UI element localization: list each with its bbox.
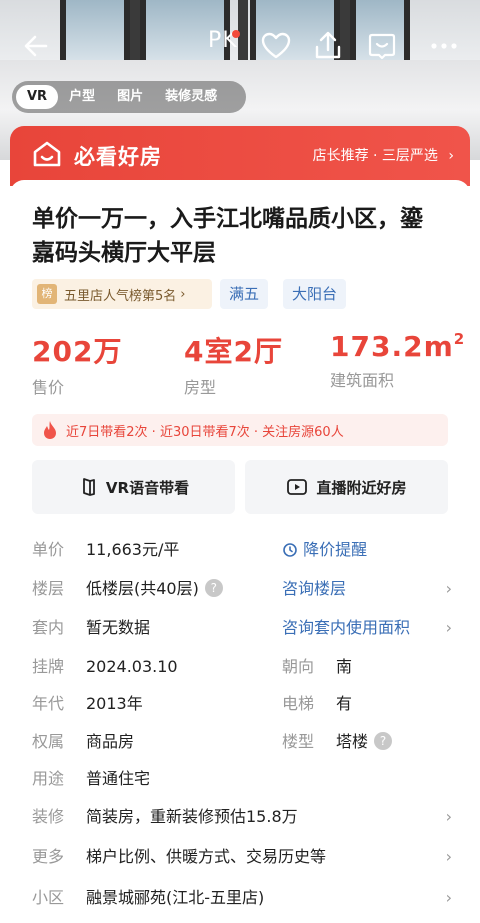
must-see-banner[interactable]: 必看好房 店长推荐 · 三层严选 › [10, 126, 470, 186]
vr-voice-tour-button[interactable]: VR语音带看 [32, 460, 235, 514]
usage-value: 普通住宅 [86, 769, 151, 788]
help-icon[interactable]: ? [204, 578, 223, 597]
more-icon[interactable] [428, 30, 460, 62]
vr-voice-tour-label: VR语音带看 [105, 478, 190, 497]
stat-layout: 4室2厅 房型 [184, 330, 283, 398]
chevron-right-icon: › [445, 579, 452, 598]
stat-area-unit-sup: 2 [453, 329, 466, 348]
decoration-value: 简装房，重新装修预估15.8万 [86, 807, 298, 826]
unit-price-key: 单价 [32, 540, 65, 559]
share-icon[interactable] [312, 30, 344, 62]
chevron-right-icon: › [445, 847, 452, 866]
detail-row-unit-price: 单价 11,663元/平 降价提醒 [32, 536, 452, 564]
notification-dot [232, 30, 240, 38]
consult-floor-link[interactable]: 咨询楼层 [282, 575, 346, 603]
ownership-value: 商品房 [86, 732, 135, 751]
banner-recommend-link[interactable]: 店长推荐 · 三层严选 › [313, 145, 454, 165]
inner-area-value: 暂无数据 [86, 618, 151, 637]
chevron-right-icon: › [445, 807, 452, 826]
chevron-right-icon: › [445, 618, 452, 637]
media-tab-bar: VR 户型 图片 装修灵感 [12, 81, 246, 113]
consult-inner-area-link[interactable]: 咨询套内使用面积 [282, 614, 410, 642]
inner-area-key: 套内 [32, 618, 65, 637]
floor-value: 低楼层(共40层) [86, 579, 199, 598]
popularity-rank-badge[interactable]: 榜 五里店人气榜第5名 › [32, 279, 212, 309]
top-nav-bar [0, 24, 480, 68]
detail-row-floor[interactable]: 楼层 低楼层(共40层)? 咨询楼层 › [32, 575, 452, 603]
stat-price-value: 202万 [32, 335, 123, 368]
detail-row-ownership: 权属 商品房 楼型 塔楼? [32, 728, 452, 756]
building-type-value: 塔楼 [336, 732, 369, 751]
help-icon[interactable]: ? [374, 731, 393, 750]
listed-key: 挂牌 [32, 657, 65, 676]
live-nearby-button[interactable]: 直播附近好房 [245, 460, 448, 514]
rank-icon: 榜 [37, 284, 57, 304]
flame-icon [44, 421, 56, 439]
detail-row-usage: 用途 普通住宅 [32, 765, 452, 793]
stat-layout-value: 4室2厅 [184, 335, 283, 368]
stat-area-label: 建筑面积 [330, 371, 395, 390]
rank-text: 五里店人气榜第5名 [64, 288, 177, 304]
usage-key: 用途 [32, 769, 65, 788]
more-key: 更多 [32, 847, 65, 866]
tab-decoration-ideas[interactable]: 装修灵感 [154, 85, 228, 109]
live-nearby-label: 直播附近好房 [316, 478, 407, 497]
tag-large-balcony: 大阳台 [283, 279, 347, 309]
chevron-right-icon: › [445, 888, 452, 907]
stat-area-value: 173.2m [330, 330, 454, 363]
tag-over-five-years: 满五 [220, 279, 269, 309]
chevron-right-icon: › [448, 148, 454, 164]
price-drop-alert-link[interactable]: 降价提醒 [282, 536, 367, 564]
orientation-key: 朝向 [282, 657, 315, 676]
chevron-right-icon: › [180, 286, 186, 302]
decoration-key: 装修 [32, 807, 65, 826]
listing-title: 单价一万一，入手江北嘴品质小区，鎏嘉码头横厅大平层 [32, 206, 423, 266]
stat-price-label: 售价 [32, 378, 65, 397]
detail-row-inner-area[interactable]: 套内 暂无数据 咨询套内使用面积 › [32, 614, 452, 642]
building-type-key: 楼型 [282, 732, 315, 751]
more-value: 梯户比例、供暖方式、交易历史等 [86, 847, 327, 866]
banner-brand: 必看好房 [74, 145, 162, 169]
viewing-heat-bar: 近7日带看2次 · 近30日带看7次 · 关注房源60人 [32, 414, 448, 446]
detail-row-listed: 挂牌 2024.03.10 朝向 南 [32, 653, 452, 681]
year-value: 2013年 [86, 694, 143, 713]
tab-floorplan[interactable]: 户型 [58, 85, 106, 109]
tab-vr[interactable]: VR [16, 85, 59, 109]
tab-photos[interactable]: 图片 [106, 85, 154, 109]
year-key: 年代 [32, 694, 65, 713]
listed-value: 2024.03.10 [86, 657, 178, 676]
stat-price: 202万 售价 [32, 330, 122, 398]
detail-row-decoration[interactable]: 装修 简装房，重新装修预估15.8万 › [32, 803, 452, 831]
floor-key: 楼层 [32, 579, 65, 598]
unit-price-value: 11,663元/平 [86, 540, 180, 559]
alarm-clock-icon [283, 542, 297, 557]
stat-area: 173.2m2 建筑面积 [330, 330, 465, 391]
banner-recommend-text: 店长推荐 · 三层严选 [312, 148, 438, 164]
price-drop-alert-label: 降价提醒 [303, 540, 368, 559]
stat-layout-label: 房型 [184, 378, 217, 397]
viewing-heat-text: 近7日带看2次 · 近30日带看7次 · 关注房源60人 [66, 424, 344, 440]
community-value: 融景城郦苑(江北-五里店) [86, 888, 265, 907]
community-key: 小区 [32, 888, 65, 907]
ownership-key: 权属 [32, 732, 65, 751]
chat-icon[interactable] [366, 30, 398, 62]
detail-row-year: 年代 2013年 电梯 有 [32, 690, 452, 718]
house-logo-icon [33, 141, 61, 167]
heart-icon[interactable] [260, 30, 292, 62]
vr-headset-icon [83, 478, 95, 496]
live-play-icon [287, 479, 308, 495]
elevator-value: 有 [336, 694, 353, 713]
detail-row-more[interactable]: 更多 梯户比例、供暖方式、交易历史等 › [32, 843, 452, 871]
elevator-key: 电梯 [282, 694, 315, 713]
orientation-value: 南 [336, 657, 353, 676]
detail-row-community[interactable]: 小区 融景城郦苑(江北-五里店) › [32, 884, 452, 912]
back-arrow-icon[interactable] [20, 30, 52, 62]
